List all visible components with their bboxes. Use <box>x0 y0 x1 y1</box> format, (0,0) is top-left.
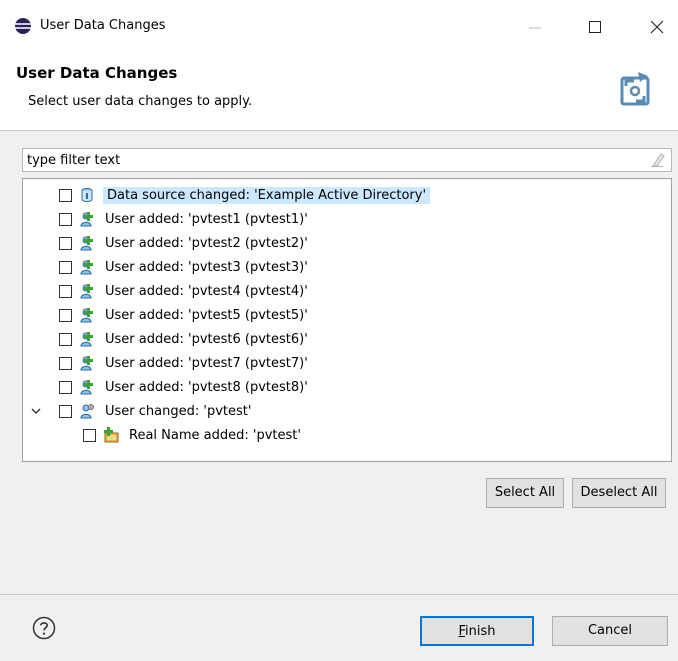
chevron-down-icon[interactable] <box>29 404 43 418</box>
tree-item-label: User added: 'pvtest5 (pvtest5)' <box>105 308 308 323</box>
tree-item[interactable]: User added: 'pvtest7 (pvtest7)' <box>23 352 671 376</box>
tree-item[interactable]: Real Name added: 'pvtest' <box>23 424 671 448</box>
tree-item-label: Real Name added: 'pvtest' <box>129 428 301 443</box>
tree-item-label: User added: 'pvtest4 (pvtest4)' <box>105 284 308 299</box>
tree-item-label: User added: 'pvtest3 (pvtest3)' <box>105 260 308 275</box>
tree-item-label: User added: 'pvtest7 (pvtest7)' <box>105 356 308 371</box>
eclipse-sphere-icon <box>15 18 31 34</box>
footer-divider <box>0 594 678 595</box>
cancel-button[interactable]: Cancel <box>552 616 668 646</box>
tree-item-checkbox[interactable] <box>59 237 72 250</box>
tree-item[interactable]: User added: 'pvtest3 (pvtest3)' <box>23 256 671 280</box>
tree-item[interactable]: User added: 'pvtest6 (pvtest6)' <box>23 328 671 352</box>
user-add-icon <box>80 332 93 347</box>
tree-item-checkbox[interactable] <box>59 357 72 370</box>
title-bar: User Data Changes <box>0 0 678 56</box>
sync-wizard-icon <box>620 72 650 106</box>
user-add-icon <box>80 284 93 299</box>
deselect-all-button[interactable]: Deselect All <box>572 478 666 508</box>
user-add-icon <box>80 380 93 395</box>
changes-tree[interactable]: Data source changed: 'Example Active Dir… <box>22 178 672 462</box>
header-title: User Data Changes <box>16 64 178 82</box>
select-all-button[interactable]: Select All <box>486 478 564 508</box>
tree-item-label: Data source changed: 'Example Active Dir… <box>103 187 431 204</box>
header-description: Select user data changes to apply. <box>28 94 253 109</box>
tree-item-checkbox[interactable] <box>83 429 96 442</box>
tree-item-checkbox[interactable] <box>59 309 72 322</box>
eraser-icon[interactable] <box>649 152 665 168</box>
filter-field[interactable] <box>22 148 672 172</box>
user-add-icon <box>80 260 93 275</box>
tree-item[interactable]: User added: 'pvtest2 (pvtest2)' <box>23 232 671 256</box>
tree-item-checkbox[interactable] <box>59 285 72 298</box>
user-add-icon <box>80 356 93 371</box>
data-source-icon <box>81 188 93 202</box>
tree-item-label: User changed: 'pvtest' <box>105 404 252 419</box>
attribute-add-icon <box>104 427 119 443</box>
finish-label: inish <box>465 624 496 639</box>
window-title: User Data Changes <box>40 18 166 33</box>
tree-item-checkbox[interactable] <box>59 261 72 274</box>
tree-item[interactable]: Data source changed: 'Example Active Dir… <box>23 184 671 208</box>
tree-item-checkbox[interactable] <box>59 213 72 226</box>
user-add-icon <box>80 212 93 227</box>
tree-item[interactable]: User added: 'pvtest1 (pvtest1)' <box>23 208 671 232</box>
tree-item-checkbox[interactable] <box>59 189 72 202</box>
tree-item-checkbox[interactable] <box>59 405 72 418</box>
tree-item-checkbox[interactable] <box>59 333 72 346</box>
tree-item[interactable]: User added: 'pvtest8 (pvtest8)' <box>23 376 671 400</box>
tree-item-label: User added: 'pvtest6 (pvtest6)' <box>105 332 308 347</box>
finish-button[interactable]: Finish <box>420 616 534 646</box>
tree-item-label: User added: 'pvtest2 (pvtest2)' <box>105 236 308 251</box>
user-add-icon <box>80 236 93 251</box>
tree-item-label: User added: 'pvtest1 (pvtest1)' <box>105 212 308 227</box>
user-add-icon <box>80 308 93 323</box>
dialog-header: User Data Changes Select user data chang… <box>0 56 678 131</box>
minimize-icon[interactable] <box>526 18 544 36</box>
close-icon[interactable] <box>648 18 666 36</box>
user-changed-icon <box>80 404 94 419</box>
tree-item[interactable]: User added: 'pvtest5 (pvtest5)' <box>23 304 671 328</box>
help-icon[interactable] <box>32 616 56 640</box>
tree-item[interactable]: User changed: 'pvtest' <box>23 400 671 424</box>
tree-item[interactable]: User added: 'pvtest4 (pvtest4)' <box>23 280 671 304</box>
filter-input[interactable] <box>27 151 637 169</box>
tree-item-label: User added: 'pvtest8 (pvtest8)' <box>105 380 308 395</box>
maximize-icon[interactable] <box>586 18 604 36</box>
tree-item-checkbox[interactable] <box>59 381 72 394</box>
